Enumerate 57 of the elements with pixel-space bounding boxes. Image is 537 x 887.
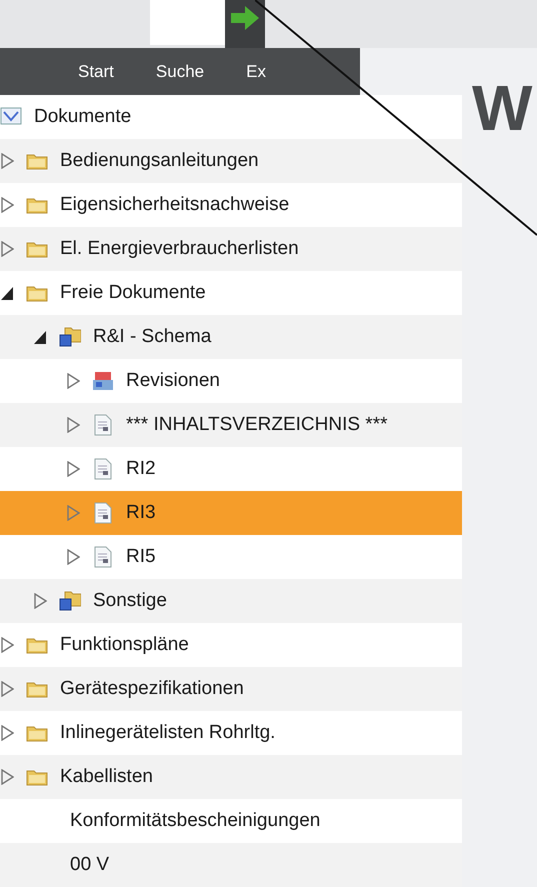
arrow-icon bbox=[231, 6, 259, 30]
tree-label: *** INHALTSVERZEICHNIS *** bbox=[126, 412, 388, 437]
tree-row[interactable]: RI3 bbox=[0, 491, 462, 535]
search-field[interactable] bbox=[150, 0, 225, 45]
document-icon bbox=[92, 458, 114, 480]
tree-row[interactable]: Dokumente bbox=[0, 95, 462, 139]
tree-row[interactable]: Freie Dokumente bbox=[0, 271, 462, 315]
expand-icon[interactable] bbox=[0, 725, 14, 741]
folder-stack-icon bbox=[59, 326, 81, 348]
document-icon bbox=[92, 502, 114, 524]
tree-label: Freie Dokumente bbox=[60, 280, 206, 305]
tree-row[interactable]: RI2 bbox=[0, 447, 462, 491]
tree-label: RI2 bbox=[126, 456, 156, 481]
tree-label: Inlinegerätelisten Rohrltg. bbox=[60, 720, 276, 745]
tree-label: Eigensicherheitsnachweise bbox=[60, 192, 290, 217]
tree-label: Funktionspläne bbox=[60, 632, 189, 657]
tree-label: RI3 bbox=[126, 500, 156, 525]
tree-row[interactable]: RI5 bbox=[0, 535, 462, 579]
expand-icon[interactable] bbox=[0, 769, 14, 785]
tree-label: RI5 bbox=[126, 544, 156, 569]
expand-icon[interactable] bbox=[0, 681, 14, 697]
tree-label: Revisionen bbox=[126, 368, 220, 393]
menu-item[interactable]: Start bbox=[78, 58, 114, 84]
expand-icon[interactable] bbox=[66, 549, 80, 565]
expand-icon[interactable] bbox=[0, 197, 14, 213]
tree-label: Sonstige bbox=[93, 588, 167, 613]
expand-icon[interactable] bbox=[0, 637, 14, 653]
tree-label: 00 V bbox=[70, 852, 110, 877]
folder-stack-icon bbox=[59, 590, 81, 612]
tree-label: Gerätespezifikationen bbox=[60, 676, 244, 701]
expand-icon[interactable] bbox=[66, 505, 80, 521]
collapse-icon[interactable] bbox=[0, 285, 14, 301]
tree-row[interactable]: Funktionspläne bbox=[0, 623, 462, 667]
tree-row[interactable]: Konformitätsbescheinigungen bbox=[0, 799, 462, 843]
tree-row[interactable]: Revisionen bbox=[0, 359, 462, 403]
tree-label: El. Energieverbraucherlisten bbox=[60, 236, 299, 261]
heading: W bbox=[472, 76, 532, 140]
expand-icon[interactable] bbox=[66, 373, 80, 389]
tree-label: R&I - Schema bbox=[93, 324, 212, 349]
go-button[interactable] bbox=[225, 0, 265, 48]
tree-label: Konformitätsbescheinigungen bbox=[70, 808, 320, 833]
calendar-icon bbox=[92, 370, 114, 392]
expand-icon[interactable] bbox=[0, 153, 14, 169]
tree-label: Dokumente bbox=[34, 104, 132, 129]
tree-label: Kabellisten bbox=[60, 764, 153, 789]
expand-icon[interactable] bbox=[0, 241, 14, 257]
tree-row[interactable]: Eigensicherheitsnachweise bbox=[0, 183, 462, 227]
tree-row[interactable]: Inlinegerätelisten Rohrltg. bbox=[0, 711, 462, 755]
document-icon bbox=[92, 546, 114, 568]
tree-label: Bedienungsanleitungen bbox=[60, 148, 259, 173]
menu-item[interactable]: Suche bbox=[156, 58, 204, 84]
collapse-icon[interactable] bbox=[33, 329, 47, 345]
expand-icon[interactable] bbox=[33, 593, 47, 609]
expand-icon[interactable] bbox=[66, 461, 80, 477]
expand-icon[interactable] bbox=[66, 417, 80, 433]
menu-item[interactable]: Ex bbox=[246, 58, 266, 84]
document-icon bbox=[92, 414, 114, 436]
